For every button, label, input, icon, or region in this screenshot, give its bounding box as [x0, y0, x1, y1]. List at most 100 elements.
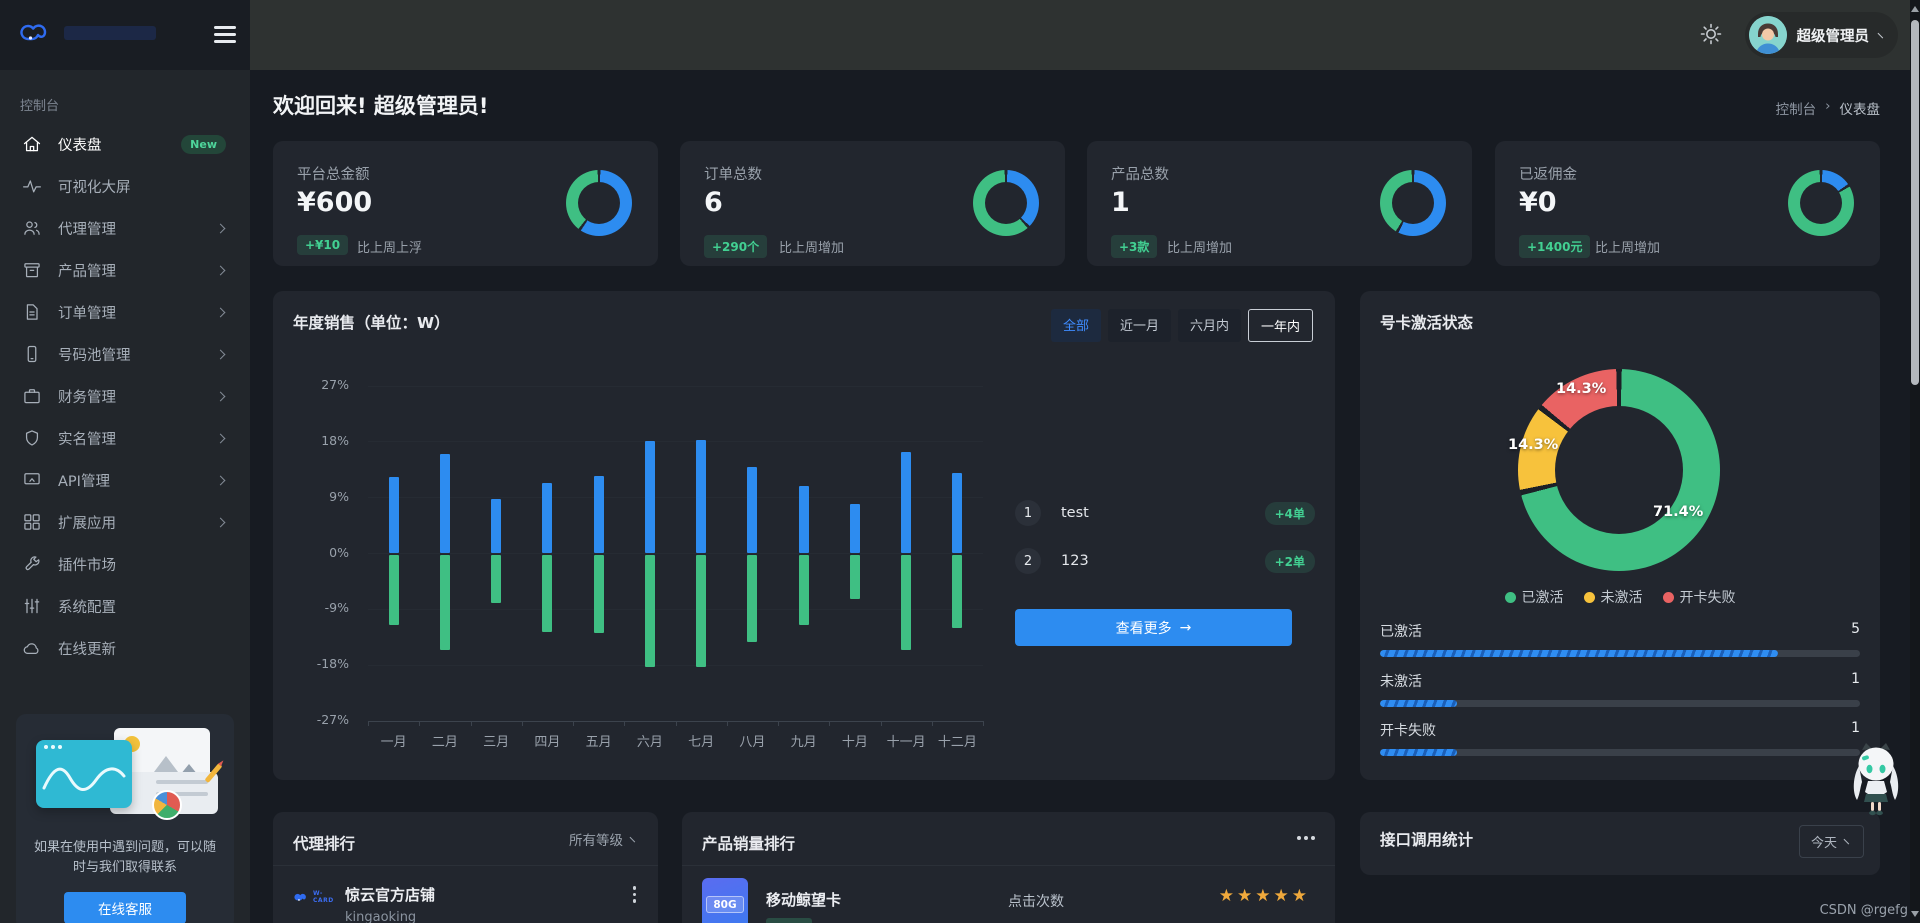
day-filter-dropdown[interactable]: 今天 [1798, 825, 1864, 858]
bar-segment-positive [644, 440, 655, 554]
legend-dot [1504, 591, 1516, 603]
star-icon: ★ [1218, 886, 1234, 906]
breadcrumb-item-current: 仪表盘 [1839, 102, 1881, 118]
x-axis-label: 五月 [585, 735, 612, 750]
view-more-button[interactable]: 查看更多 → [1015, 609, 1292, 646]
chevron-right-icon [215, 517, 226, 527]
sidebar-item-label: 在线更新 [58, 641, 116, 658]
x-axis-label: 三月 [483, 735, 510, 750]
rank-badge: +2单 [1264, 549, 1315, 573]
x-axis-label: 十月 [841, 735, 868, 750]
agent-name: 惊云官方店铺 [345, 886, 436, 904]
user-name: 超级管理员 [1796, 28, 1870, 45]
sidebar-item-products[interactable]: 产品管理 [12, 252, 238, 288]
archive-icon [22, 260, 42, 280]
bar-segment-positive [747, 466, 758, 554]
chevron-right-icon [215, 391, 226, 401]
rank-number: 1 [1015, 500, 1041, 526]
gridline [368, 553, 983, 554]
shield-icon [22, 428, 42, 448]
x-axis-label: 四月 [534, 735, 561, 750]
hamburger-menu-icon[interactable] [214, 26, 236, 44]
x-tick [829, 721, 831, 726]
bar-segment-positive [696, 439, 707, 554]
support-text: 如果在使用中遇到问题，可以随时与我们取得联系 [33, 840, 216, 876]
scrollbar-up-arrow[interactable] [1911, 6, 1919, 12]
x-tick [880, 721, 882, 726]
card-title: 号卡激活状态 [1380, 314, 1474, 332]
logo-wordmark [64, 26, 156, 40]
sidebar-item-online-update[interactable]: 在线更新 [12, 630, 238, 666]
bar-segment-positive [798, 485, 809, 554]
sidebar-item-extensions[interactable]: 扩展应用 [12, 504, 238, 540]
sidebar-item-plugin-market[interactable]: 插件市场 [12, 546, 238, 582]
more-menu-icon[interactable] [1297, 836, 1315, 840]
stat-badge: +3款 [1111, 235, 1158, 258]
donut-chart [1518, 369, 1720, 571]
scrollbar-thumb[interactable] [1911, 20, 1919, 385]
tab-six-months[interactable]: 六月内 [1177, 309, 1241, 342]
sidebar-item-number-pool[interactable]: 号码池管理 [12, 336, 238, 372]
sidebar-item-label: 扩展应用 [58, 515, 116, 532]
donut-label: 14.3% [1508, 437, 1559, 453]
mini-donut-chart [1788, 170, 1854, 236]
sidebar-item-finance[interactable]: 财务管理 [12, 378, 238, 414]
kebab-menu-icon[interactable] [632, 886, 636, 903]
sidebar-item-realname[interactable]: 实名管理 [12, 420, 238, 456]
stat-label: 已返佣金 [1519, 167, 1577, 183]
rank-name: test [1061, 505, 1089, 521]
bar-segment-negative [849, 554, 860, 599]
scrollbar-down-arrow[interactable] [1911, 911, 1919, 917]
y-tick-label: 18% [321, 432, 349, 448]
sidebar-item-bigscreen[interactable]: 可视化大屏 [12, 168, 238, 204]
sidebar-item-label: 系统配置 [58, 599, 116, 616]
user-menu[interactable]: 超级管理员 [1744, 12, 1898, 58]
wrench-icon [22, 554, 42, 574]
theme-toggle-sun-icon[interactable] [1699, 22, 1725, 48]
tab-all[interactable]: 全部 [1050, 309, 1101, 342]
x-tick [778, 721, 779, 726]
level-filter-dropdown[interactable]: 所有等级 [569, 829, 640, 849]
agent-subtitle: kingaoking [345, 910, 417, 923]
progress-label: 开卡失败 [1380, 723, 1436, 739]
sidebar-item-system-config[interactable]: 系统配置 [12, 588, 238, 624]
progress-label: 已激活 [1380, 624, 1422, 640]
tab-last-month[interactable]: 近一月 [1107, 309, 1171, 342]
x-tick [470, 721, 472, 726]
legend-item[interactable]: 已激活 [1504, 587, 1564, 607]
sidebar: 控制台 仪表盘 New 可视化大屏 代理管理 产品管理 订单管理 号码池管理 财… [0, 0, 250, 923]
progress-value: 1 [1851, 720, 1860, 736]
y-tick-label: -27% [316, 712, 349, 727]
sidebar-item-orders[interactable]: 订单管理 [12, 294, 238, 330]
online-service-button[interactable]: 在线客服 [64, 892, 186, 923]
star-icon: ★ [1291, 886, 1307, 906]
sidebar-item-label: 仪表盘 [58, 137, 102, 154]
sidebar-item-agents[interactable]: 代理管理 [12, 210, 238, 246]
range-tabs: 全部 近一月 六月内 一年内 [1050, 309, 1313, 342]
bar-segment-negative [952, 554, 963, 628]
stat-card-total-products: 产品总数 1 +3款 比上周增加 [1087, 141, 1472, 266]
mini-donut-chart [973, 170, 1039, 236]
legend-item[interactable]: 未激活 [1583, 587, 1643, 607]
scrollbar [1910, 0, 1920, 923]
x-tick [624, 721, 626, 726]
bar-segment-positive [439, 453, 450, 554]
dashboard-page: 超级管理员 控制台 仪表盘 New 可视化大屏 代理管理 产品管理 订单管理 号… [0, 0, 1920, 923]
grid-icon [22, 512, 42, 532]
stat-value: 1 [1111, 187, 1130, 218]
gridline [368, 497, 983, 499]
card-title: 产品销量排行 [702, 835, 796, 853]
sidebar-item-label: 产品管理 [58, 263, 116, 280]
x-tick [368, 721, 369, 726]
tab-one-year[interactable]: 一年内 [1247, 309, 1313, 342]
breadcrumb-item[interactable]: 控制台 [1776, 98, 1817, 118]
app-logo[interactable] [18, 21, 156, 45]
sidebar-item-dashboard[interactable]: 仪表盘 New [12, 126, 238, 162]
sidebar-item-api[interactable]: API管理 [12, 462, 238, 498]
bar-segment-positive [542, 482, 553, 554]
chevron-right-icon [215, 265, 226, 275]
card-title: 接口调用统计 [1380, 831, 1474, 849]
x-tick [419, 721, 421, 726]
legend-item[interactable]: 开卡失败 [1662, 587, 1736, 607]
cloud-icon [22, 638, 42, 658]
